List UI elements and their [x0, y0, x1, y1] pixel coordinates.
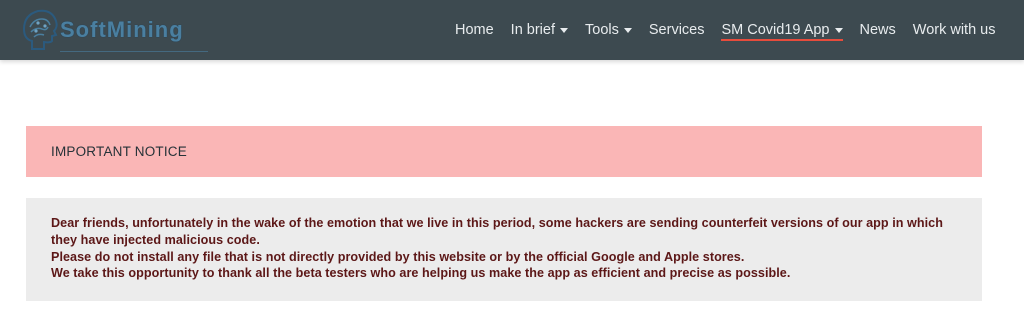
caret-down-icon — [623, 28, 632, 33]
notice-line: Dear friends, unfortunately in the wake … — [51, 216, 943, 247]
brain-head-icon — [22, 9, 58, 50]
caret-down-icon — [560, 28, 569, 33]
nav-item-tools[interactable]: Tools — [577, 0, 641, 60]
caret-down-icon — [834, 28, 843, 33]
nav-item-label: Tools — [585, 22, 619, 38]
nav-item-work-with-us[interactable]: Work with us — [904, 0, 1004, 60]
notice-line: We take this opportunity to thank all th… — [51, 266, 791, 281]
top-navbar: SoftMining Home In brief Tools Services … — [0, 0, 1024, 60]
nav-item-in-brief[interactable]: In brief — [502, 0, 576, 60]
logo-underline — [60, 51, 208, 52]
nav-item-label: Services — [648, 22, 705, 38]
nav-item-label: SM Covid19 App — [721, 22, 830, 38]
active-underline — [721, 39, 843, 41]
brand-name-part2: Mining — [106, 17, 184, 42]
brand-name: SoftMining — [60, 17, 184, 43]
softmining-logo[interactable]: SoftMining — [18, 4, 218, 56]
nav-item-label: Home — [454, 22, 494, 38]
main-nav: Home In brief Tools Services SM Covid19 … — [446, 0, 1004, 60]
notice-line: Please do not install any file that is n… — [51, 249, 745, 264]
nav-item-label: In brief — [510, 22, 556, 38]
notice-title: IMPORTANT NOTICE — [51, 144, 187, 159]
notice-body-box: Dear friends, unfortunately in the wake … — [26, 198, 982, 301]
nav-item-label: News — [859, 22, 896, 38]
nav-item-label: Work with us — [912, 22, 996, 38]
notice-heading-box: IMPORTANT NOTICE — [26, 126, 982, 177]
nav-item-news[interactable]: News — [851, 0, 904, 60]
nav-item-sm-covid19-app[interactable]: SM Covid19 App — [713, 0, 851, 60]
brand-name-part1: Soft — [60, 17, 107, 42]
nav-item-home[interactable]: Home — [446, 0, 502, 60]
nav-item-services[interactable]: Services — [640, 0, 713, 60]
